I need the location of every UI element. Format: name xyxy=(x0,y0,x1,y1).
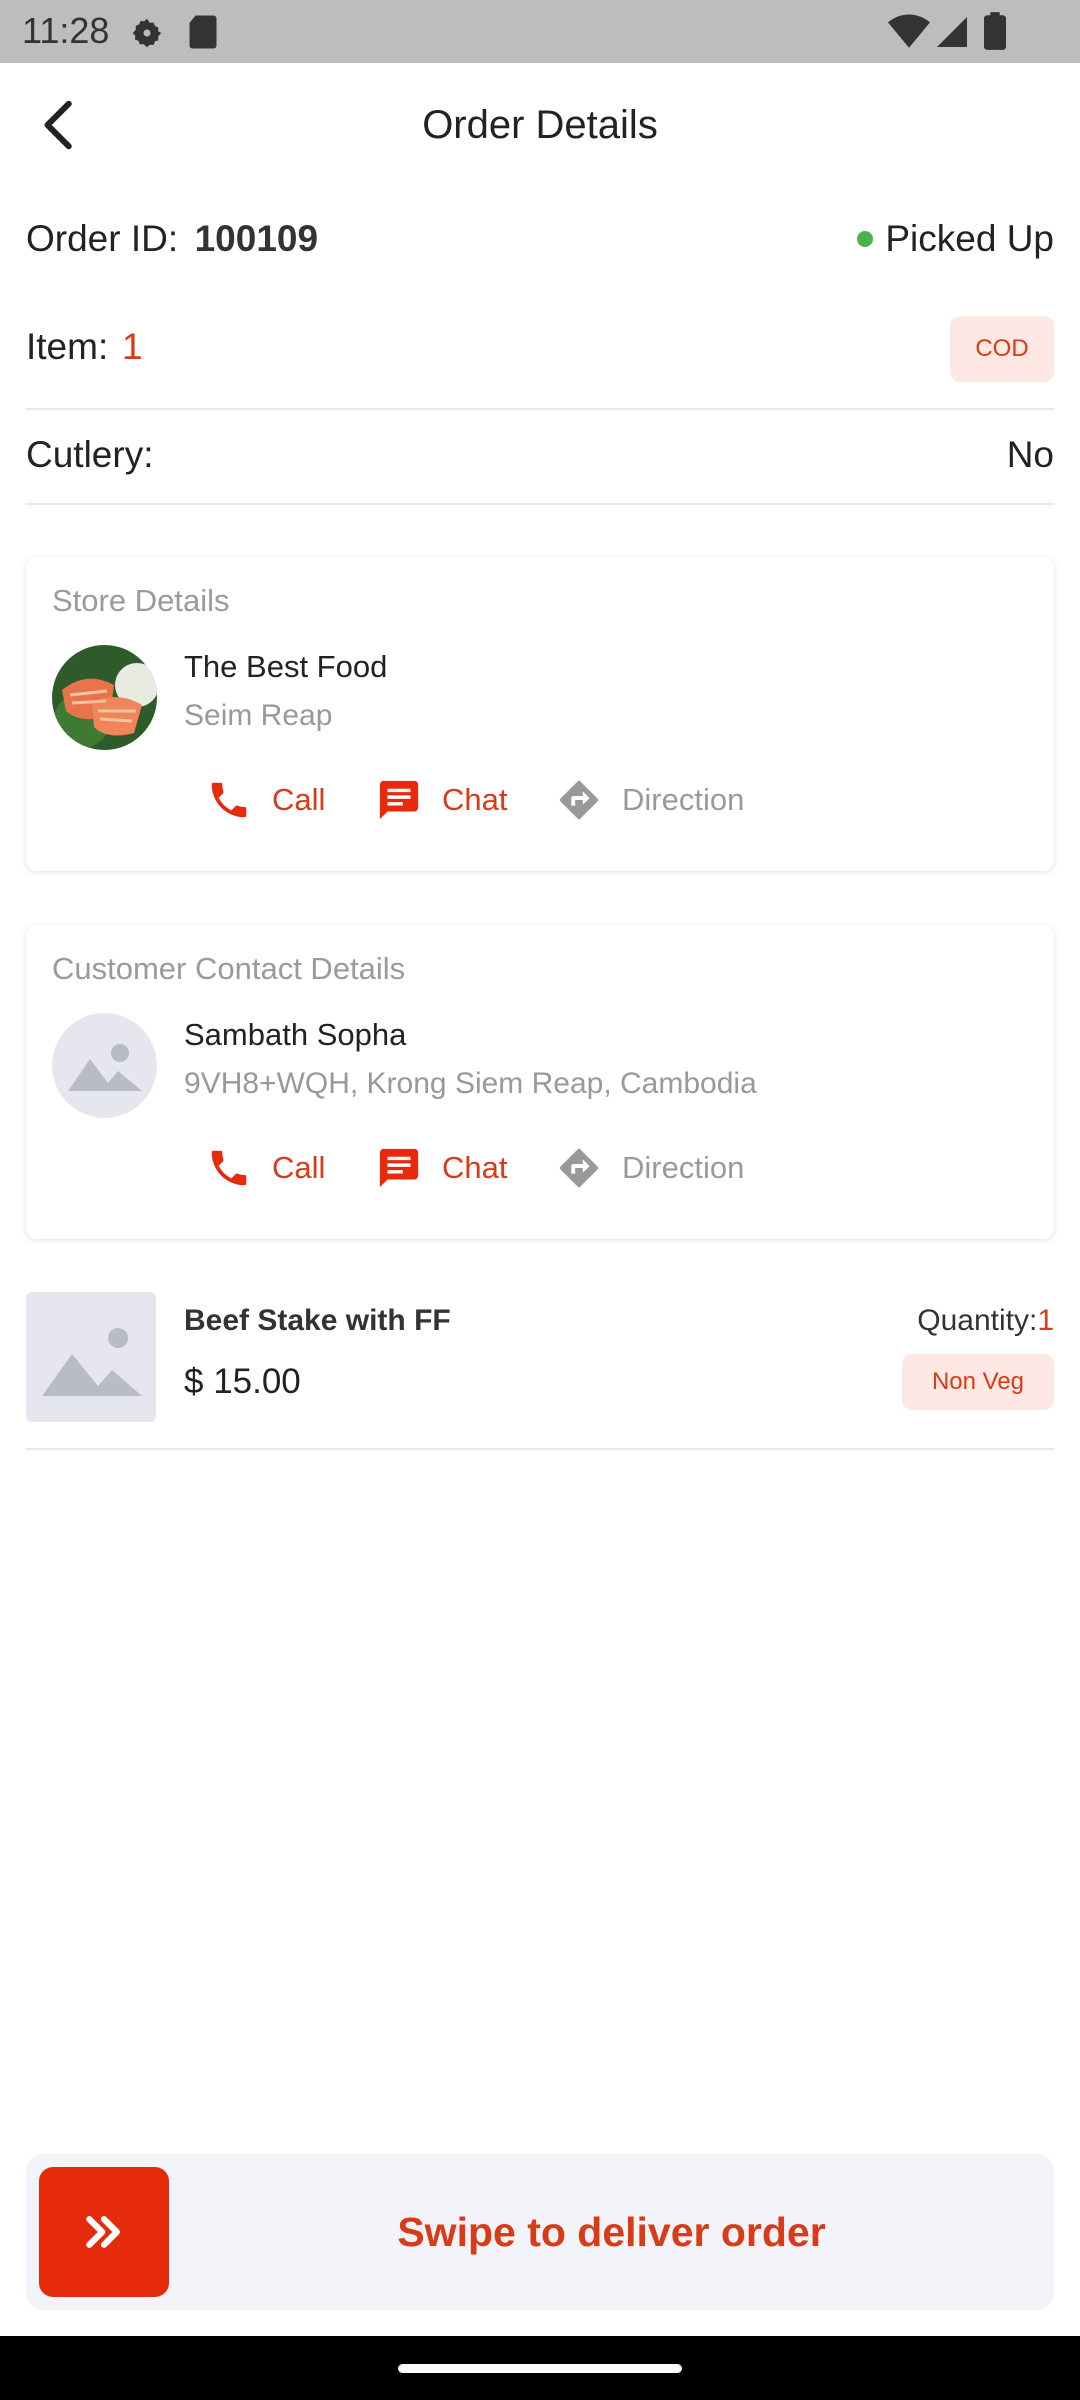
product-price: $ 15.00 xyxy=(184,1362,301,1401)
customer-details-card: Customer Contact Details Sambath Sopha 9… xyxy=(26,925,1054,1239)
swipe-label: Swipe to deliver order xyxy=(397,2208,826,2255)
item-label: Item: xyxy=(26,326,109,367)
quantity-value: 1 xyxy=(1037,1304,1054,1337)
customer-chat-button[interactable]: Chat xyxy=(376,1145,507,1191)
customer-address: 9VH8+WQH, Krong Siem Reap, Cambodia xyxy=(184,1067,757,1100)
swipe-handle[interactable] xyxy=(39,2167,169,2297)
customer-name: Sambath Sopha xyxy=(184,1017,407,1052)
store-call-button[interactable]: Call xyxy=(206,777,325,823)
item-count: 1 xyxy=(122,326,143,367)
customer-direction-label: Direction xyxy=(622,1150,745,1185)
sd-card-icon xyxy=(189,15,217,49)
divider xyxy=(26,1448,1054,1450)
payment-badge: COD xyxy=(950,316,1054,382)
swipe-to-deliver[interactable]: Swipe to deliver order xyxy=(26,2154,1054,2310)
system-nav-bar xyxy=(0,2336,1080,2400)
image-placeholder-icon xyxy=(42,1328,142,1396)
chat-icon xyxy=(379,1148,419,1188)
cutlery-label: Cutlery: xyxy=(26,434,154,475)
customer-avatar xyxy=(52,1013,157,1118)
direction-icon xyxy=(559,780,599,820)
order-id-row: Order ID: 100109 Picked Up xyxy=(26,218,1054,268)
store-section-title: Store Details xyxy=(52,583,230,618)
order-status-text: Picked Up xyxy=(885,218,1054,259)
phone-icon xyxy=(211,1150,247,1186)
diet-badge-text: Non Veg xyxy=(931,1368,1025,1395)
customer-section-title: Customer Contact Details xyxy=(52,951,406,986)
direction-icon xyxy=(559,1148,599,1188)
order-id-value: 100109 xyxy=(194,218,319,259)
page-title: Order Details xyxy=(422,103,658,147)
app-header: Order Details xyxy=(0,63,1080,193)
store-call-label: Call xyxy=(272,782,326,817)
store-chat-label: Chat xyxy=(442,782,508,817)
customer-chat-label: Chat xyxy=(442,1150,508,1185)
status-dot xyxy=(857,231,874,247)
product-image xyxy=(26,1292,156,1422)
home-gesture-pill[interactable] xyxy=(398,2364,682,2373)
status-bar: 11:28 xyxy=(0,0,1080,63)
chat-icon xyxy=(379,780,419,820)
image-placeholder-icon xyxy=(68,1044,142,1091)
status-time: 11:28 xyxy=(22,10,110,51)
order-id-label: Order ID: xyxy=(26,218,179,259)
store-direction-label: Direction xyxy=(622,782,745,817)
customer-direction-button[interactable]: Direction xyxy=(556,1145,744,1191)
store-food-image xyxy=(52,645,157,750)
cutlery-row: Cutlery: No xyxy=(26,434,1054,484)
customer-call-button[interactable]: Call xyxy=(206,1145,325,1191)
settings-icon xyxy=(132,18,162,48)
order-status: Picked Up xyxy=(857,218,1054,260)
store-location: Seim Reap xyxy=(184,699,333,732)
store-direction-button[interactable]: Direction xyxy=(556,777,744,823)
store-chat-button[interactable]: Chat xyxy=(376,777,507,823)
wifi-icon xyxy=(888,14,930,48)
cutlery-value: No xyxy=(1006,434,1054,475)
customer-call-label: Call xyxy=(272,1150,326,1185)
payment-badge-text: COD xyxy=(975,335,1029,362)
signal-icon xyxy=(937,17,967,47)
product-name: Beef Stake with FF xyxy=(184,1304,451,1337)
product-item: Beef Stake with FF $ 15.00 Quantity:1 No… xyxy=(26,1292,1054,1422)
phone-icon xyxy=(211,782,247,818)
store-details-card: Store Details The Best Food Seim Reap Ca… xyxy=(26,557,1054,871)
diet-badge: Non Veg xyxy=(902,1354,1054,1410)
divider xyxy=(26,408,1054,410)
divider xyxy=(26,503,1054,505)
store-avatar xyxy=(52,645,157,750)
quantity-label: Quantity: xyxy=(917,1304,1038,1337)
battery-icon xyxy=(984,12,1006,50)
product-quantity: Quantity:1 xyxy=(917,1304,1054,1338)
double-chevron-right-icon xyxy=(86,2216,120,2248)
store-name: The Best Food xyxy=(184,649,388,684)
item-row: Item: 1 COD xyxy=(26,316,1054,386)
